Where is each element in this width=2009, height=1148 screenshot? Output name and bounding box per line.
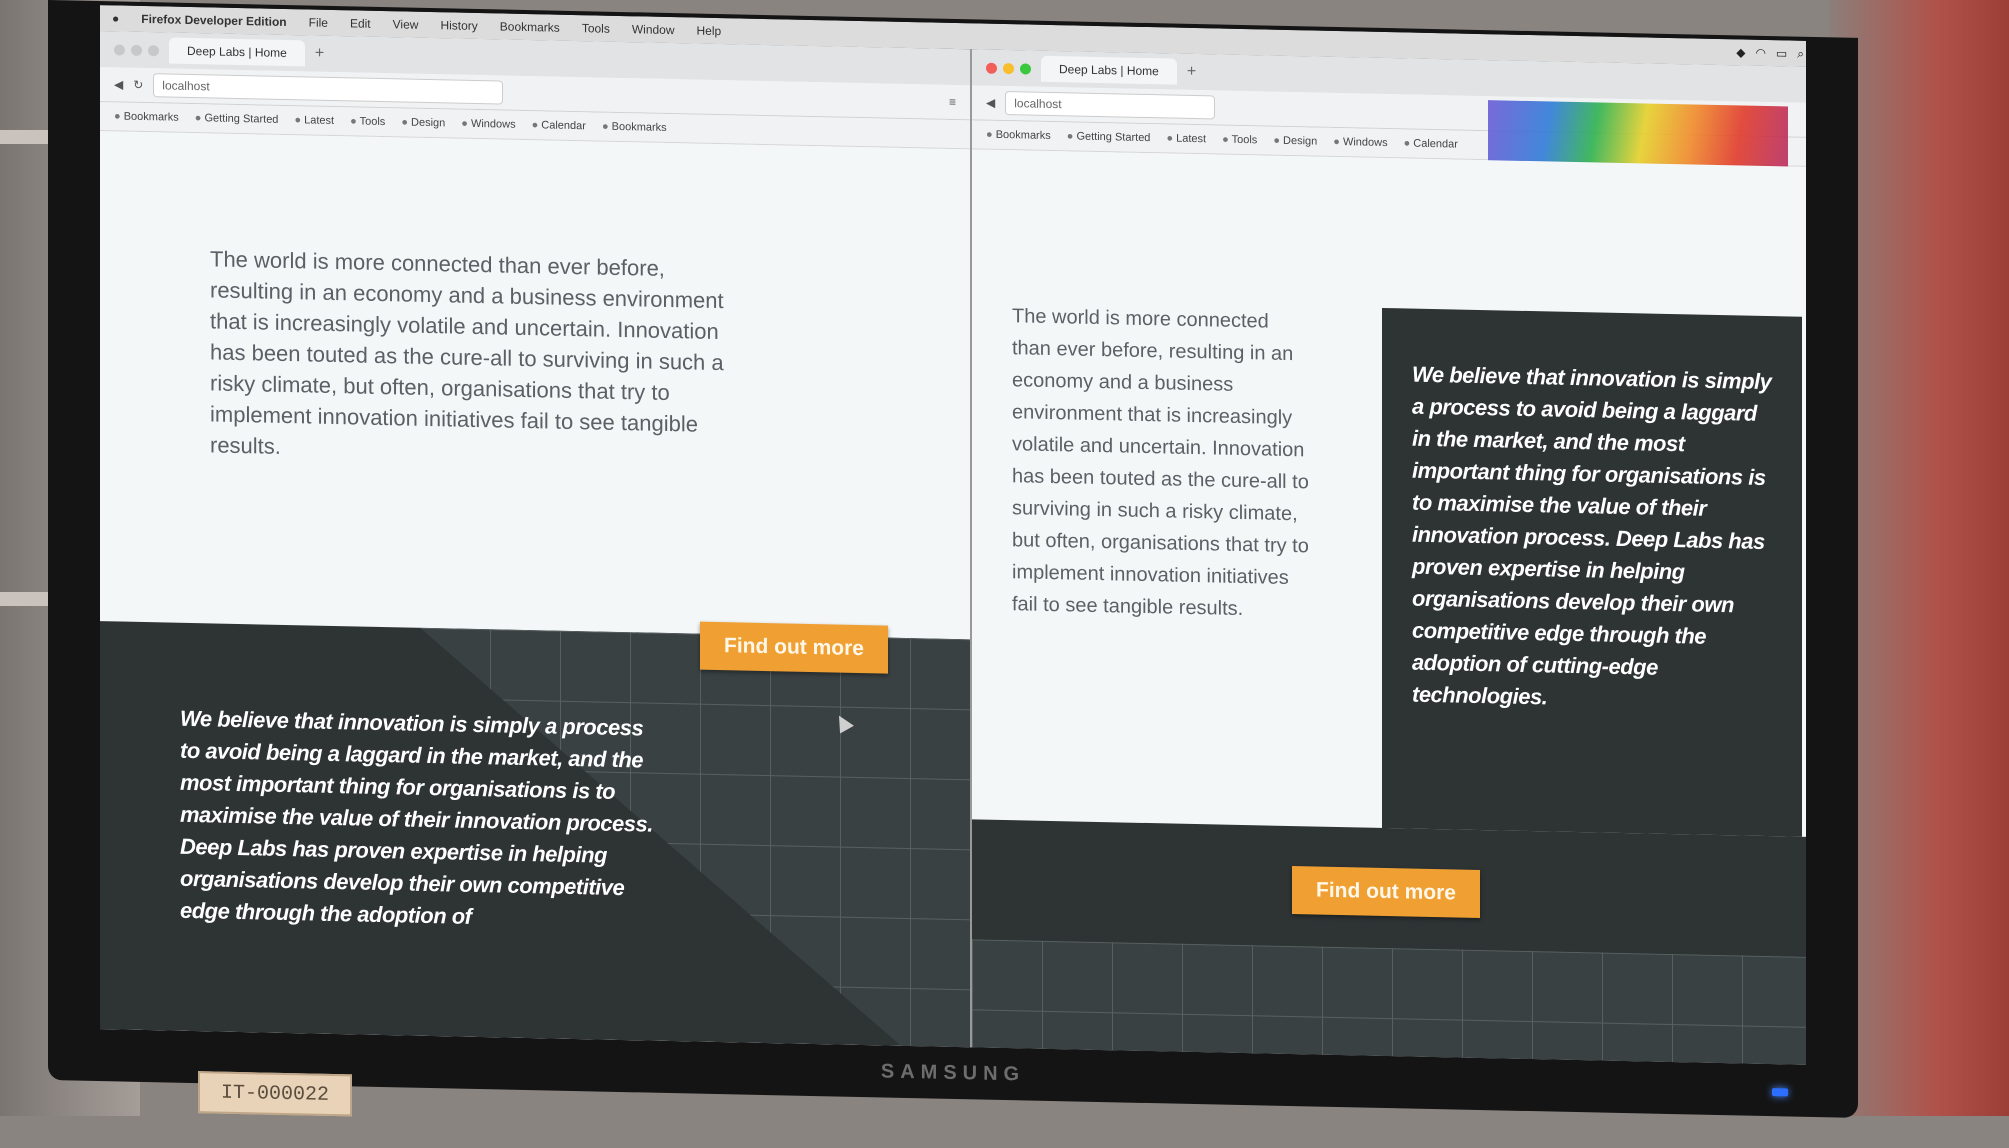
bookmark-item[interactable]: Design bbox=[401, 116, 445, 130]
dropbox-icon[interactable]: ◆ bbox=[1736, 45, 1745, 60]
bookmark-item[interactable]: Bookmarks bbox=[986, 129, 1051, 142]
close-icon[interactable] bbox=[114, 43, 125, 56]
bookmark-item[interactable]: Calendar bbox=[1404, 137, 1458, 151]
asset-tag-sticker: IT-000022 bbox=[198, 1071, 352, 1117]
search-icon[interactable]: ⌕ bbox=[1797, 46, 1804, 61]
bookmark-item[interactable]: Getting Started bbox=[1067, 130, 1150, 145]
minimize-icon[interactable] bbox=[131, 44, 142, 56]
intro-paragraph: The world is more connected than ever be… bbox=[210, 246, 724, 459]
back-icon[interactable]: ◀ bbox=[986, 96, 995, 110]
back-icon[interactable]: ◀ bbox=[114, 77, 123, 91]
find-out-more-button[interactable]: Find out more bbox=[700, 621, 888, 674]
screen: ● Firefox Developer Edition File Edit Vi… bbox=[100, 5, 1806, 1065]
menu-window[interactable]: Window bbox=[632, 22, 675, 37]
menu-file[interactable]: File bbox=[309, 15, 328, 29]
menu-view[interactable]: View bbox=[393, 17, 419, 32]
menu-app-name[interactable]: Firefox Developer Edition bbox=[141, 12, 286, 29]
belief-statement: We believe that innovation is simply a p… bbox=[180, 705, 653, 929]
window-controls bbox=[114, 43, 159, 56]
bookmark-item[interactable]: Tools bbox=[1222, 134, 1258, 147]
window-controls bbox=[986, 62, 1031, 75]
bookmark-item[interactable]: Bookmarks bbox=[114, 110, 179, 124]
system-tray: ◆ ◠ ▭ ⌕ bbox=[1736, 45, 1806, 62]
new-tab-icon[interactable]: + bbox=[1187, 63, 1196, 81]
bookmark-item[interactable]: Latest bbox=[294, 114, 334, 127]
menu-icon[interactable]: ≡ bbox=[949, 95, 970, 109]
bookmark-item[interactable]: Calendar bbox=[532, 119, 586, 132]
wifi-icon[interactable]: ◠ bbox=[1755, 45, 1765, 60]
bookmark-item[interactable]: Latest bbox=[1166, 132, 1206, 146]
menu-tools[interactable]: Tools bbox=[582, 21, 610, 36]
bookmark-item[interactable]: Bookmarks bbox=[602, 121, 667, 134]
bookmark-item[interactable]: Tools bbox=[350, 115, 386, 129]
intro-paragraph: The world is more connected than ever be… bbox=[1012, 305, 1309, 621]
grid-background bbox=[972, 939, 1806, 1065]
monitor: ● Firefox Developer Edition File Edit Vi… bbox=[48, 0, 1858, 1118]
menu-help[interactable]: Help bbox=[697, 24, 722, 39]
menu-edit[interactable]: Edit bbox=[350, 16, 371, 30]
url-bar[interactable]: localhost bbox=[1005, 91, 1216, 120]
bookmark-item[interactable]: Windows bbox=[1333, 136, 1388, 149]
reload-icon[interactable]: ↻ bbox=[133, 78, 143, 92]
tab-active[interactable]: Deep Labs | Home bbox=[169, 37, 305, 67]
new-tab-icon[interactable]: + bbox=[315, 45, 324, 63]
bookmark-item[interactable]: Windows bbox=[461, 118, 516, 131]
close-icon[interactable] bbox=[986, 62, 997, 74]
find-out-more-button[interactable]: Find out more bbox=[1292, 866, 1480, 918]
tab-active[interactable]: Deep Labs | Home bbox=[1041, 55, 1177, 85]
belief-statement: We believe that innovation is simply a p… bbox=[1412, 361, 1772, 710]
bookmark-item[interactable]: Getting Started bbox=[195, 112, 278, 126]
browser-window-right: Deep Labs | Home + ◀ localhost Bookmarks… bbox=[970, 49, 1806, 1065]
page-content: The world is more connected than ever be… bbox=[972, 149, 1806, 1065]
minimize-icon[interactable] bbox=[1003, 62, 1014, 74]
apple-icon[interactable]: ● bbox=[112, 11, 119, 25]
power-led-icon bbox=[1772, 1088, 1788, 1097]
url-bar[interactable]: localhost bbox=[153, 73, 504, 105]
menu-history[interactable]: History bbox=[440, 18, 477, 33]
maximize-icon[interactable] bbox=[148, 44, 159, 56]
maximize-icon[interactable] bbox=[1020, 62, 1031, 75]
bookmark-item[interactable]: Design bbox=[1273, 135, 1317, 148]
battery-icon[interactable]: ▭ bbox=[1776, 46, 1787, 61]
page-content: The world is more connected than ever be… bbox=[100, 131, 970, 1048]
menu-bookmarks[interactable]: Bookmarks bbox=[500, 19, 560, 34]
browser-window-left: Deep Labs | Home + ◀ ↻ localhost ≡ Bookm… bbox=[100, 31, 970, 1048]
